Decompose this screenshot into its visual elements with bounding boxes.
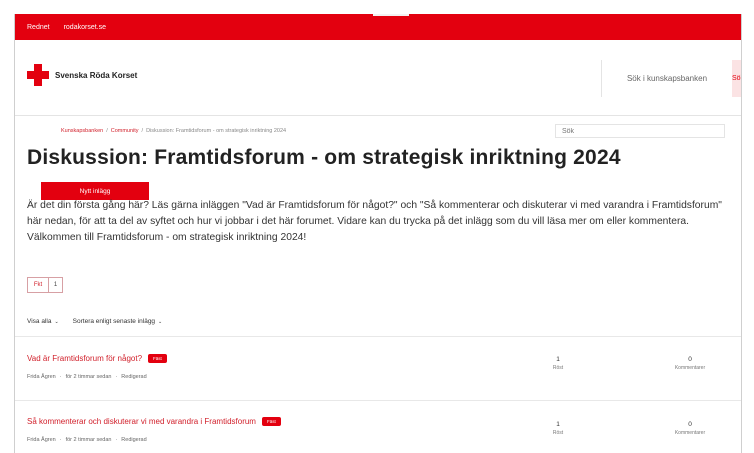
votes-count: 1 bbox=[556, 421, 560, 428]
post-author[interactable]: Frida Ågren bbox=[27, 374, 56, 380]
logo-text: Svenska Röda Korset bbox=[55, 70, 138, 80]
post-edited: Redigerad bbox=[121, 374, 147, 380]
post-meta: Frida Ågren · för 2 timmar sedan · Redig… bbox=[27, 374, 147, 380]
sort-dropdown[interactable]: Sortera enligt senaste inlägg ⌄ bbox=[73, 318, 163, 325]
post-edited: Redigerad bbox=[121, 437, 147, 443]
post-time: för 2 timmar sedan bbox=[65, 374, 112, 380]
pinned-badge: Fäst bbox=[261, 417, 281, 426]
comments-count: 0 bbox=[688, 421, 692, 428]
chevron-down-icon: ⌄ bbox=[158, 319, 163, 325]
post-title-link[interactable]: Så kommenterar och diskuterar vi med var… bbox=[27, 417, 256, 426]
search-input[interactable] bbox=[602, 60, 732, 97]
votes-stat: 1 Röst bbox=[523, 421, 593, 436]
breadcrumb-kunskapsbanken[interactable]: Kunskapsbanken bbox=[61, 128, 103, 134]
pager-first-button[interactable]: Fkt bbox=[27, 277, 49, 293]
show-filter-label: Visa alla bbox=[27, 318, 52, 325]
pager-page-1[interactable]: 1 bbox=[49, 277, 63, 293]
breadcrumb-separator: / bbox=[141, 128, 144, 134]
divider bbox=[15, 336, 741, 337]
comments-stat: 0 Kommentarer bbox=[655, 356, 725, 371]
list-item: Vad är Framtidsforum för något? Fäst Fri… bbox=[27, 354, 733, 394]
post-meta: Frida Ågren · för 2 timmar sedan · Redig… bbox=[27, 437, 147, 443]
community-search-input[interactable] bbox=[555, 124, 725, 138]
post-title-link[interactable]: Vad är Framtidsforum för något? bbox=[27, 354, 142, 363]
votes-stat: 1 Röst bbox=[523, 356, 593, 371]
sort-label: Sortera enligt senaste inlägg bbox=[72, 318, 156, 325]
screen-top-margin bbox=[0, 0, 754, 14]
knowledge-search: Sök bbox=[601, 60, 741, 97]
pinned-badge: Fäst bbox=[148, 354, 167, 363]
meta-separator: · bbox=[59, 374, 62, 380]
comments-label: Kommentarer bbox=[674, 430, 706, 436]
list-item: Så kommenterar och diskuterar vi med var… bbox=[27, 417, 733, 453]
page-title: Diskussion: Framtidsforum - om strategis… bbox=[27, 146, 621, 169]
list-filters: Visa alla ⌄ Sortera enligt senaste inlägg… bbox=[27, 318, 162, 325]
post-author[interactable]: Frida Ågren bbox=[27, 437, 56, 443]
show-filter-dropdown[interactable]: Visa alla ⌄ bbox=[27, 318, 59, 325]
comments-count: 0 bbox=[688, 356, 692, 363]
chevron-down-icon: ⌄ bbox=[54, 319, 59, 325]
topbar-notch bbox=[373, 14, 409, 16]
meta-separator: · bbox=[115, 437, 118, 443]
divider bbox=[15, 400, 741, 401]
search-button[interactable]: Sök bbox=[732, 60, 741, 97]
red-cross-icon bbox=[27, 64, 49, 86]
votes-count: 1 bbox=[556, 356, 560, 363]
pagination: Fkt 1 bbox=[27, 277, 63, 293]
topbar-link-rodakorset[interactable]: rodakorset.se bbox=[64, 24, 106, 31]
top-bar: Rednet rodakorset.se bbox=[15, 14, 741, 40]
post-title-row: Så kommenterar och diskuterar vi med var… bbox=[27, 417, 281, 426]
post-title-row: Vad är Framtidsforum för något? Fäst bbox=[27, 354, 167, 363]
site-header: Svenska Röda Korset Sök bbox=[15, 40, 741, 116]
breadcrumb-separator: / bbox=[106, 128, 108, 134]
breadcrumb-current: Diskussion: Framtidsforum - om strategis… bbox=[146, 128, 287, 134]
intro-text: Är det din första gång här? Läs gärna in… bbox=[27, 200, 722, 243]
site-logo[interactable]: Svenska Röda Korset bbox=[27, 64, 137, 86]
comments-stat: 0 Kommentarer bbox=[655, 421, 725, 436]
topbar-link-rednet[interactable]: Rednet bbox=[27, 24, 50, 31]
breadcrumb: Kunskapsbanken / Community / Diskussion:… bbox=[61, 128, 286, 134]
browser-page: Rednet rodakorset.se Svenska Röda Korset… bbox=[14, 14, 742, 453]
votes-label: Röst bbox=[552, 430, 564, 436]
votes-label: Röst bbox=[552, 365, 564, 371]
meta-separator: · bbox=[59, 437, 62, 443]
post-time: för 2 timmar sedan bbox=[65, 437, 112, 443]
comments-label: Kommentarer bbox=[674, 365, 706, 371]
breadcrumb-community[interactable]: Community bbox=[111, 128, 139, 134]
meta-separator: · bbox=[115, 374, 118, 380]
